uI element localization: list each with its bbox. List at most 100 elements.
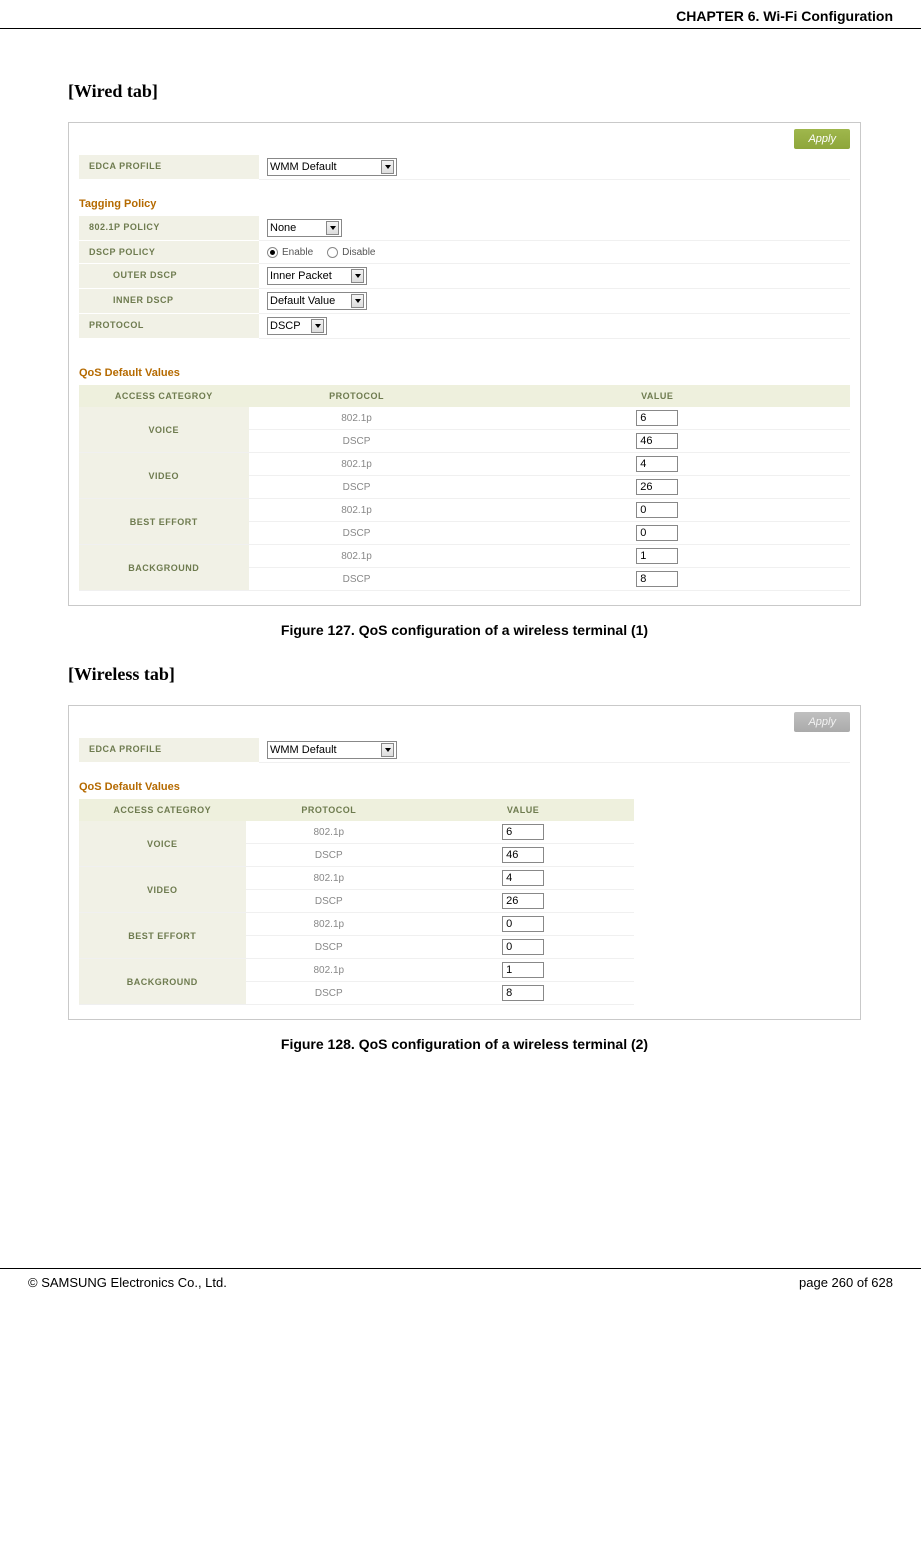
edca-profile-value: WMM Default xyxy=(270,744,337,756)
qos-proto: DSCP xyxy=(249,522,465,545)
dropdown-icon xyxy=(381,160,394,174)
dropdown-icon xyxy=(311,319,324,333)
qos-value-input[interactable] xyxy=(636,548,678,564)
protocol-value: DSCP xyxy=(270,320,301,332)
qos-proto: DSCP xyxy=(246,936,413,959)
qos-proto: DSCP xyxy=(249,476,465,499)
p8021-policy-label: 802.1P POLICY xyxy=(79,216,259,241)
table-row: BEST EFFORT 802.1p xyxy=(79,499,850,522)
qos-header-proto: PROTOCOL xyxy=(249,385,465,407)
dropdown-icon xyxy=(351,269,364,283)
edca-profile-label: EDCA PROFILE xyxy=(79,738,259,763)
qos-proto: 802.1p xyxy=(249,407,465,430)
qos-cat: BEST EFFORT xyxy=(79,499,249,545)
qos-proto: 802.1p xyxy=(246,867,413,890)
table-row: VIDEO 802.1p xyxy=(79,867,634,890)
inner-dscp-select[interactable]: Default Value xyxy=(267,292,367,310)
table-row: VOICE 802.1p xyxy=(79,821,634,844)
qos-value-input[interactable] xyxy=(502,985,544,1001)
figure-127-caption: Figure 127. QoS configuration of a wirel… xyxy=(68,622,861,638)
qos-value-input[interactable] xyxy=(636,410,678,426)
qos-value-input[interactable] xyxy=(636,433,678,449)
qos-value-input[interactable] xyxy=(502,847,544,863)
qos-proto: 802.1p xyxy=(246,959,413,982)
page-content: [Wired tab] Apply EDCA PROFILE WMM Defau… xyxy=(0,29,921,1088)
qos-cat: VOICE xyxy=(79,821,246,867)
qos-cat: BACKGROUND xyxy=(79,545,249,591)
qos-cat: VIDEO xyxy=(79,453,249,499)
apply-button[interactable]: Apply xyxy=(794,129,850,149)
outer-dscp-select[interactable]: Inner Packet xyxy=(267,267,367,285)
chapter-title: CHAPTER 6. Wi-Fi Configuration xyxy=(676,8,893,24)
qos-header-row: ACCESS CATEGROY PROTOCOL VALUE xyxy=(79,799,634,821)
table-row: BEST EFFORT 802.1p xyxy=(79,913,634,936)
edca-profile-value: WMM Default xyxy=(270,161,337,173)
inner-dscp-label: INNER DSCP xyxy=(79,289,259,314)
dropdown-icon xyxy=(326,221,339,235)
qos-value-input[interactable] xyxy=(636,479,678,495)
protocol-label: PROTOCOL xyxy=(79,314,259,339)
qos-proto: 802.1p xyxy=(249,545,465,568)
wired-panel: Apply EDCA PROFILE WMM Default Tagging P… xyxy=(68,122,861,606)
qos-proto: DSCP xyxy=(246,844,413,867)
tagging-grid: 802.1P POLICY None DSCP POLICY Enable Di… xyxy=(79,216,850,339)
edca-profile-label: EDCA PROFILE xyxy=(79,155,259,180)
page-footer: © SAMSUNG Electronics Co., Ltd. page 260… xyxy=(0,1268,921,1310)
qos-header-proto: PROTOCOL xyxy=(246,799,413,821)
edca-row: EDCA PROFILE WMM Default xyxy=(79,738,850,763)
qos-value-input[interactable] xyxy=(636,571,678,587)
qos-proto: DSCP xyxy=(249,568,465,591)
edca-profile-select[interactable]: WMM Default xyxy=(267,741,397,759)
qos-proto: DSCP xyxy=(249,430,465,453)
copyright-text: © SAMSUNG Electronics Co., Ltd. xyxy=(28,1275,227,1290)
protocol-select[interactable]: DSCP xyxy=(267,317,327,335)
qos-proto: 802.1p xyxy=(249,453,465,476)
qos-value-input[interactable] xyxy=(502,870,544,886)
p8021-policy-value: None xyxy=(270,222,296,234)
qos-value-input[interactable] xyxy=(636,525,678,541)
dropdown-icon xyxy=(381,743,394,757)
table-row: VIDEO 802.1p xyxy=(79,453,850,476)
qos-header-row: ACCESS CATEGROY PROTOCOL VALUE xyxy=(79,385,850,407)
wired-tab-heading: [Wired tab] xyxy=(68,81,861,102)
wired-qos-table: ACCESS CATEGROY PROTOCOL VALUE VOICE 802… xyxy=(79,385,850,591)
qos-proto: 802.1p xyxy=(246,913,413,936)
qos-header-val: VALUE xyxy=(412,799,634,821)
qos-value-input[interactable] xyxy=(502,962,544,978)
qos-proto: 802.1p xyxy=(249,499,465,522)
p8021-policy-select[interactable]: None xyxy=(267,219,342,237)
qos-default-values-title: QoS Default Values xyxy=(79,781,850,793)
disable-label: Disable xyxy=(342,247,375,258)
qos-cat: BACKGROUND xyxy=(79,959,246,1005)
qos-value-input[interactable] xyxy=(502,824,544,840)
edca-profile-select[interactable]: WMM Default xyxy=(267,158,397,176)
dscp-enable-radio[interactable] xyxy=(267,247,278,258)
table-row: VOICE 802.1p xyxy=(79,407,850,430)
dscp-policy-label: DSCP POLICY xyxy=(79,241,259,264)
outer-dscp-label: OUTER DSCP xyxy=(79,264,259,289)
apply-button[interactable]: Apply xyxy=(794,712,850,732)
qos-default-values-title: QoS Default Values xyxy=(79,367,850,379)
page-header: CHAPTER 6. Wi-Fi Configuration xyxy=(0,0,921,29)
qos-value-input[interactable] xyxy=(502,939,544,955)
dscp-disable-radio[interactable] xyxy=(327,247,338,258)
qos-header-val: VALUE xyxy=(464,385,850,407)
qos-value-input[interactable] xyxy=(502,916,544,932)
qos-value-input[interactable] xyxy=(502,893,544,909)
enable-label: Enable xyxy=(282,247,313,258)
wireless-tab-heading: [Wireless tab] xyxy=(68,664,861,685)
qos-proto: 802.1p xyxy=(246,821,413,844)
qos-value-input[interactable] xyxy=(636,456,678,472)
wireless-panel: Apply EDCA PROFILE WMM Default QoS Defau… xyxy=(68,705,861,1020)
qos-cat: BEST EFFORT xyxy=(79,913,246,959)
table-row: BACKGROUND 802.1p xyxy=(79,959,634,982)
qos-value-input[interactable] xyxy=(636,502,678,518)
table-row: BACKGROUND 802.1p xyxy=(79,545,850,568)
inner-dscp-value: Default Value xyxy=(270,295,335,307)
qos-cat: VOICE xyxy=(79,407,249,453)
qos-header-ac: ACCESS CATEGROY xyxy=(79,385,249,407)
outer-dscp-value: Inner Packet xyxy=(270,270,332,282)
qos-proto: DSCP xyxy=(246,890,413,913)
qos-cat: VIDEO xyxy=(79,867,246,913)
qos-proto: DSCP xyxy=(246,982,413,1005)
